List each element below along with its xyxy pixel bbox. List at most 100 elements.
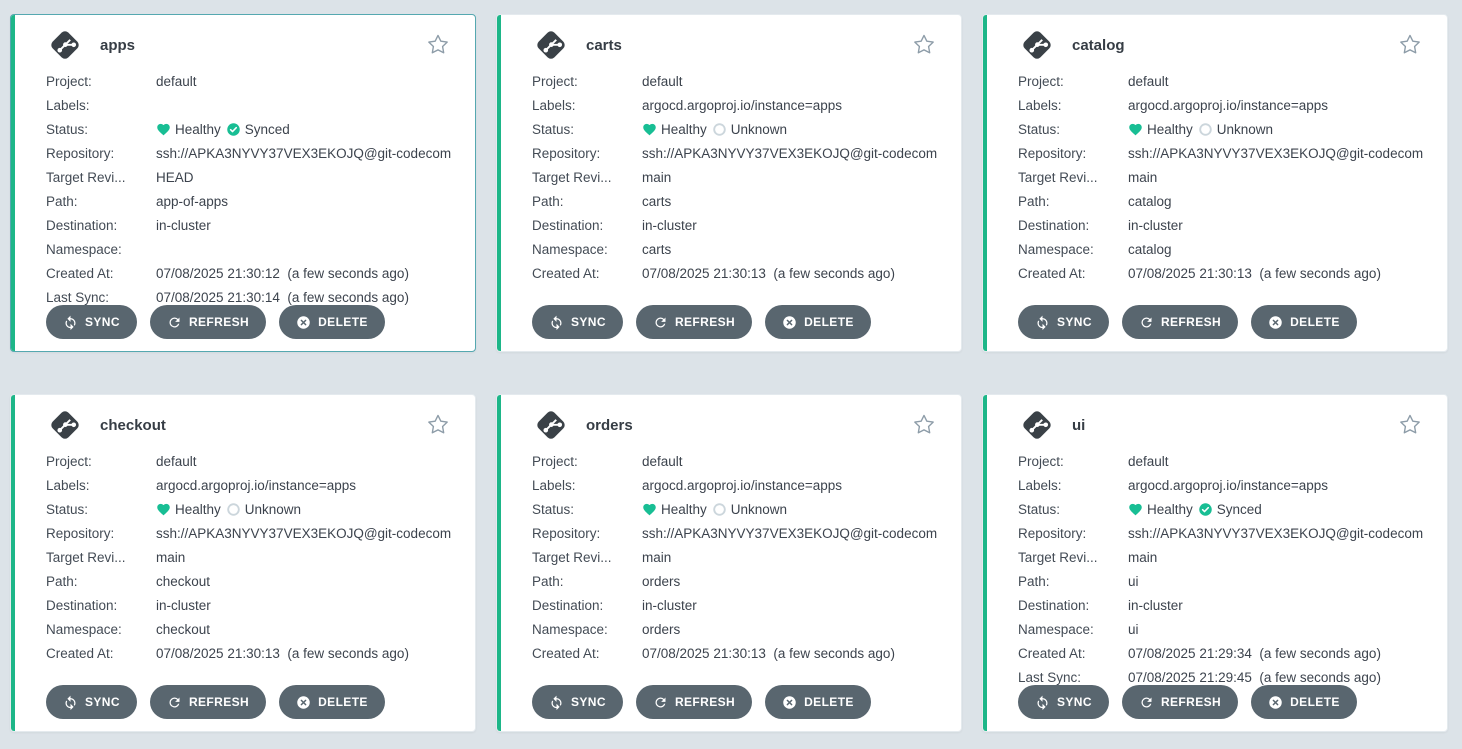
field-value: default [156,454,451,469]
sync-icon [1035,695,1050,710]
field-label: Project: [1018,454,1128,469]
delete-button[interactable]: DELETE [279,305,385,339]
favorite-star-icon[interactable] [1399,34,1421,56]
field-label: Destination: [532,598,642,613]
health-status-text: Healthy [661,502,707,517]
field-rows: Project: default Labels: argocd.argoproj… [46,449,451,665]
card-actions: SYNC REFRESH DELETE [46,685,385,719]
sync-icon [63,315,78,330]
favorite-star-icon[interactable] [913,34,935,56]
status-row: Status: Healthy Unknown [532,497,937,521]
field-label: Path: [532,574,642,589]
sync-button[interactable]: SYNC [532,685,623,719]
field-label: Status: [46,502,156,517]
refresh-button-label: REFRESH [189,695,249,709]
sync-button[interactable]: SYNC [46,305,137,339]
heart-icon [642,122,657,137]
field-value: in-cluster [156,598,451,613]
field-row: Project: default [46,69,451,93]
sync-button[interactable]: SYNC [46,685,137,719]
card-actions: SYNC REFRESH DELETE [46,305,385,339]
application-card[interactable]: carts Project: default Labels: argocd.ar… [496,14,962,352]
refresh-button[interactable]: REFRESH [636,685,752,719]
field-row: Path: orders [532,569,937,593]
refresh-button-label: REFRESH [675,695,735,709]
delete-button[interactable]: DELETE [279,685,385,719]
field-label: Last Sync: [1018,670,1128,685]
field-rows: Project: default Labels: argocd.argoproj… [532,69,937,285]
sync-button[interactable]: SYNC [1018,685,1109,719]
delete-button[interactable]: DELETE [765,685,871,719]
field-label: Labels: [532,478,642,493]
sync-button-label: SYNC [1057,695,1092,709]
heart-icon [1128,502,1143,517]
field-value: main [642,170,937,185]
favorite-star-icon[interactable] [1399,414,1421,436]
application-name[interactable]: carts [586,37,622,54]
field-row: Labels: argocd.argoproj.io/instance=apps [1018,473,1423,497]
field-row: Namespace: catalog [1018,237,1423,261]
favorite-star-icon[interactable] [427,414,449,436]
field-value: main [1128,170,1423,185]
field-label: Target Revi... [46,170,156,185]
field-row: Labels: argocd.argoproj.io/instance=apps [532,93,937,117]
favorite-star-icon[interactable] [913,414,935,436]
field-value: argocd.argoproj.io/instance=apps [642,98,937,113]
application-card[interactable]: catalog Project: default Labels: argocd.… [982,14,1448,352]
delete-button[interactable]: DELETE [765,305,871,339]
application-card[interactable]: orders Project: default Labels: argocd.a… [496,394,962,732]
status-row: Status: Healthy Synced [46,117,451,141]
field-label: Project: [46,74,156,89]
application-name[interactable]: checkout [100,417,166,434]
field-value: checkout [156,622,451,637]
field-row: Repository: ssh://APKA3NYVY37VEX3EKOJQ@g… [46,141,451,165]
refresh-button[interactable]: REFRESH [1122,685,1238,719]
delete-button[interactable]: DELETE [1251,685,1357,719]
field-value: main [156,550,451,565]
delete-button[interactable]: DELETE [1251,305,1357,339]
refresh-button[interactable]: REFRESH [1122,305,1238,339]
application-name[interactable]: ui [1072,417,1085,434]
sync-button[interactable]: SYNC [1018,305,1109,339]
field-row: Target Revi... main [532,545,937,569]
field-label: Created At: [1018,266,1128,281]
application-card[interactable]: ui Project: default Labels: argocd.argop… [982,394,1448,732]
field-label: Repository: [1018,146,1128,161]
field-label: Destination: [532,218,642,233]
field-label: Labels: [46,478,156,493]
sync-icon [63,695,78,710]
check-circle-icon [1198,502,1213,517]
delete-button-label: DELETE [318,315,368,329]
sync-button[interactable]: SYNC [532,305,623,339]
status-row: Status: Healthy Synced [1018,497,1423,521]
refresh-button-label: REFRESH [675,315,735,329]
field-label: Repository: [46,146,156,161]
field-value: 07/08/2025 21:30:13 (a few seconds ago) [642,646,937,661]
field-value: orders [642,622,937,637]
field-rows: Project: default Labels: argocd.argoproj… [1018,449,1423,689]
favorite-star-icon[interactable] [427,34,449,56]
status-value: Healthy Unknown [642,122,937,137]
application-card[interactable]: apps Project: default Labels: Status: He… [10,14,476,352]
field-value: HEAD [156,170,451,185]
field-row: Project: default [532,69,937,93]
application-name[interactable]: catalog [1072,37,1125,54]
field-row: Created At: 07/08/2025 21:30:13 (a few s… [46,641,451,665]
application-name[interactable]: apps [100,37,135,54]
heart-icon [642,502,657,517]
refresh-button[interactable]: REFRESH [636,305,752,339]
field-label: Created At: [532,266,642,281]
field-label: Status: [532,502,642,517]
field-label: Created At: [46,646,156,661]
field-label: Repository: [1018,526,1128,541]
application-card[interactable]: checkout Project: default Labels: argocd… [10,394,476,732]
field-value: default [1128,454,1423,469]
field-row: Project: default [1018,449,1423,473]
health-status-text: Healthy [175,122,221,137]
field-value: ssh://APKA3NYVY37VEX3EKOJQ@git-codecom..… [1128,526,1423,541]
field-value: catalog [1128,194,1423,209]
refresh-button[interactable]: REFRESH [150,685,266,719]
application-name[interactable]: orders [586,417,633,434]
refresh-button[interactable]: REFRESH [150,305,266,339]
field-label: Project: [532,74,642,89]
